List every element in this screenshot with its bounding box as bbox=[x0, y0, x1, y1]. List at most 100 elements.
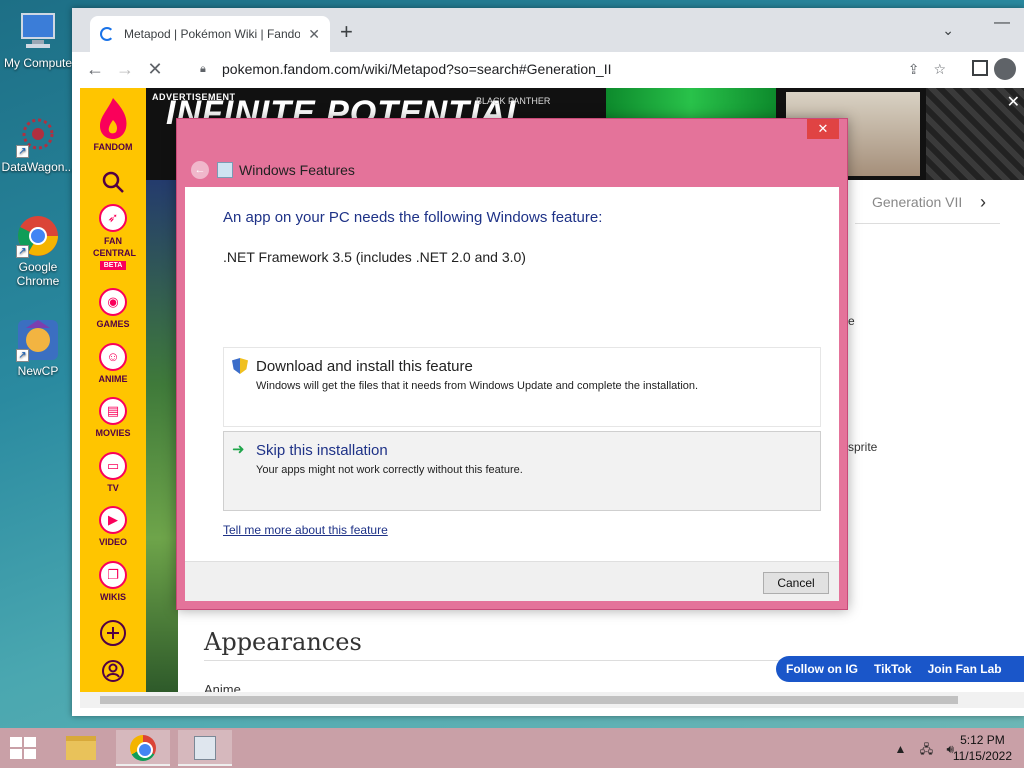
share-icon[interactable]: ⇪ bbox=[908, 61, 920, 78]
option-description: Your apps might not work correctly witho… bbox=[256, 464, 523, 476]
search-button[interactable] bbox=[80, 170, 146, 196]
clock-time: 5:12 PM bbox=[960, 733, 1005, 747]
windows-features-icon bbox=[217, 162, 233, 178]
search-icon bbox=[102, 171, 124, 193]
dialog-heading: An app on your PC needs the following Wi… bbox=[223, 209, 603, 226]
plus-circle-icon bbox=[100, 620, 126, 646]
clock-date: 11/15/2022 bbox=[952, 749, 1012, 763]
fan-central-link[interactable]: ➶ FAN CENTRAL BETA bbox=[80, 204, 146, 270]
taskbar-windows-features[interactable] bbox=[178, 730, 232, 766]
download-install-option[interactable]: Download and install this feature Window… bbox=[223, 347, 821, 427]
stop-loading-icon[interactable]: ✕ bbox=[140, 59, 170, 80]
required-feature-name: .NET Framework 3.5 (includes .NET 2.0 an… bbox=[223, 249, 526, 265]
games-label: GAMES bbox=[96, 319, 130, 329]
windows-logo-icon bbox=[24, 749, 36, 759]
user-account-button[interactable] bbox=[80, 658, 146, 686]
article-text-fragment: sprite bbox=[848, 440, 878, 454]
desktop-icon-label: DataWagon... bbox=[1, 160, 75, 174]
desktop-icon-newcp[interactable]: ↗ NewCP bbox=[0, 318, 76, 378]
anime-link[interactable]: ☺ ANIME bbox=[80, 343, 146, 384]
minimize-button[interactable]: — bbox=[994, 14, 1010, 32]
windows-logo-icon bbox=[10, 749, 22, 759]
clock[interactable]: 5:12 PM 11/15/2022 bbox=[953, 732, 1012, 764]
back-arrow-icon[interactable]: ← bbox=[191, 161, 209, 179]
background-art bbox=[146, 180, 178, 692]
chrome-icon bbox=[130, 735, 156, 761]
scrollbar-thumb[interactable] bbox=[100, 696, 958, 704]
tiktok-link[interactable]: TikTok bbox=[874, 662, 912, 676]
book-icon: ❐ bbox=[99, 561, 127, 589]
desktop-icon-label: My Compute bbox=[3, 56, 73, 70]
system-tray: ▲ 🖧︎ 🔊︎ bbox=[884, 740, 954, 761]
taskbar: ▲ 🖧︎ 🔊︎ 5:12 PM 11/15/2022 bbox=[0, 728, 1024, 768]
address-bar-url[interactable]: pokemon.fandom.com/wiki/Metapod?so=searc… bbox=[222, 61, 894, 77]
section-heading-appearances: Appearances bbox=[204, 628, 362, 656]
tab-generation-vii[interactable]: Generation VII bbox=[872, 194, 962, 210]
ad-marvel-logo: BLACK PANTHER bbox=[476, 96, 551, 106]
chevron-right-icon[interactable]: › bbox=[980, 192, 986, 213]
ad-close-icon[interactable]: ✕ bbox=[1007, 92, 1020, 112]
fandom-label: FANDOM bbox=[93, 142, 133, 152]
movies-link[interactable]: ▤ MOVIES bbox=[80, 397, 146, 438]
desktop-icon-my-computer[interactable]: My Compute bbox=[0, 10, 76, 70]
dialog-footer: Cancel bbox=[185, 561, 839, 601]
folder-icon bbox=[66, 736, 96, 760]
taskbar-file-explorer[interactable] bbox=[54, 730, 108, 766]
shortcut-arrow-icon: ↗ bbox=[16, 145, 29, 158]
uac-shield-icon bbox=[232, 358, 248, 374]
gamepad-icon: ◉ bbox=[99, 288, 127, 316]
film-icon: ▤ bbox=[99, 397, 127, 425]
tab-title: Metapod | Pokémon Wiki | Fando bbox=[124, 27, 301, 41]
games-link[interactable]: ◉ GAMES bbox=[80, 288, 146, 329]
tab-search-button[interactable]: ⌄ bbox=[942, 22, 954, 39]
browser-tab[interactable]: Metapod | Pokémon Wiki | Fando ✕ bbox=[90, 16, 330, 52]
back-arrow-icon[interactable]: ← bbox=[80, 59, 110, 80]
dialog-close-button[interactable]: ✕ bbox=[807, 119, 839, 139]
tab-close-icon[interactable]: ✕ bbox=[308, 26, 320, 43]
beta-badge: BETA bbox=[99, 261, 127, 270]
bookmark-star-icon[interactable]: ☆ bbox=[933, 61, 946, 78]
create-button[interactable] bbox=[80, 618, 146, 650]
horizontal-scrollbar[interactable] bbox=[80, 692, 1024, 708]
video-link[interactable]: ▶ VIDEO bbox=[80, 506, 146, 547]
show-hidden-icons-icon[interactable]: ▲ bbox=[894, 742, 906, 756]
anime-face-icon: ☺ bbox=[99, 343, 127, 371]
lock-icon: 🔒︎ bbox=[200, 63, 206, 75]
dialog-body: An app on your PC needs the following Wi… bbox=[185, 187, 839, 561]
cancel-button[interactable]: Cancel bbox=[763, 572, 829, 594]
start-button[interactable] bbox=[10, 737, 38, 761]
desktop-icon-label: Google Chrome bbox=[16, 260, 60, 288]
desktop-icon-google-chrome[interactable]: ↗ Google Chrome bbox=[0, 214, 76, 288]
join-fan-lab-link[interactable]: Join Fan Lab bbox=[928, 662, 1002, 676]
social-bar: Follow on IG TikTok Join Fan Lab bbox=[776, 656, 1024, 682]
taskbar-chrome[interactable] bbox=[116, 730, 170, 766]
forward-arrow-icon[interactable]: → bbox=[110, 59, 140, 80]
browser-toolbar: ← → ✕ 🔒︎ pokemon.fandom.com/wiki/Metapod… bbox=[72, 52, 1024, 86]
tell-me-more-link[interactable]: Tell me more about this feature bbox=[223, 523, 388, 537]
anime-label: ANIME bbox=[98, 374, 128, 384]
option-title: Skip this installation bbox=[256, 442, 388, 459]
fandom-sidebar: FANDOM ➶ FAN CENTRAL BETA ◉ GAMES ☺ ANIM… bbox=[80, 88, 146, 692]
network-icon[interactable]: 🖧︎ bbox=[920, 742, 933, 756]
follow-ig-link[interactable]: Follow on IG bbox=[786, 662, 858, 676]
movies-label: MOVIES bbox=[95, 428, 131, 438]
fandom-logo[interactable]: FANDOM bbox=[80, 96, 146, 152]
address-bar[interactable]: 🔒︎ pokemon.fandom.com/wiki/Metapod?so=se… bbox=[192, 56, 954, 82]
desktop-icon-datawagon[interactable]: ↗ DataWagon... bbox=[0, 114, 76, 174]
side-panel-icon[interactable] bbox=[972, 60, 988, 76]
user-icon bbox=[102, 660, 124, 682]
fan-central-label: FAN CENTRAL bbox=[93, 236, 136, 258]
profile-avatar-icon[interactable] bbox=[994, 58, 1016, 80]
loading-spinner-icon bbox=[100, 27, 114, 41]
skip-installation-option[interactable]: ➜ Skip this installation Your apps might… bbox=[223, 431, 821, 511]
windows-features-dialog: ✕ ← Windows Features An app on your PC n… bbox=[176, 118, 848, 610]
new-tab-button[interactable]: + bbox=[340, 21, 353, 43]
windows-features-icon bbox=[194, 736, 216, 760]
wikis-link[interactable]: ❐ WIKIS bbox=[80, 561, 146, 602]
dialog-titlebar: ← Windows Features bbox=[185, 153, 839, 187]
tv-icon: ▭ bbox=[99, 452, 127, 480]
tab-underline bbox=[855, 223, 1000, 224]
wikis-label: WIKIS bbox=[100, 592, 126, 602]
play-icon: ▶ bbox=[99, 506, 127, 534]
tv-link[interactable]: ▭ TV bbox=[80, 452, 146, 493]
